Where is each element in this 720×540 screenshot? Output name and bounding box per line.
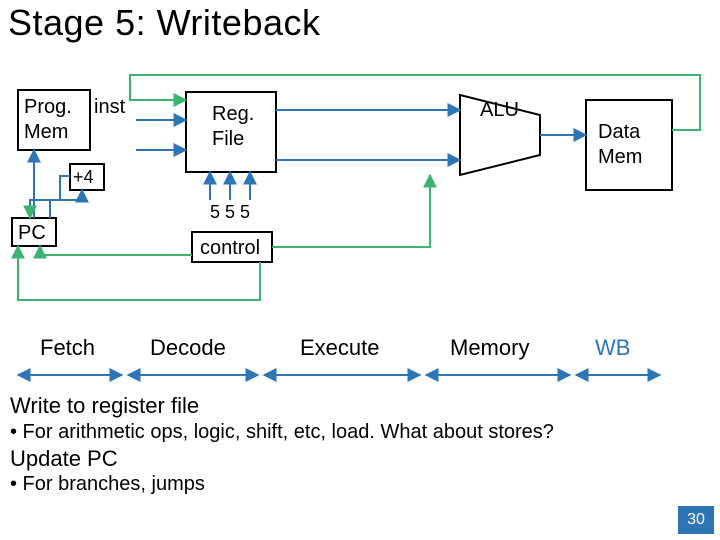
reg-file-label-2: File bbox=[212, 128, 244, 150]
data-mem-label-2: Mem bbox=[598, 146, 642, 168]
control-label: control bbox=[200, 237, 260, 259]
data-mem-box bbox=[586, 100, 672, 190]
prog-mem-label-2: Mem bbox=[24, 121, 68, 143]
page-number: 30 bbox=[678, 506, 714, 534]
bullet-branches: • For branches, jumps bbox=[10, 472, 710, 497]
heading-update-pc: Update PC bbox=[10, 445, 710, 473]
plus4-label: +4 bbox=[73, 167, 94, 187]
pc-label: PC bbox=[18, 222, 46, 244]
stage-memory: Memory bbox=[450, 335, 529, 361]
stage-execute: Execute bbox=[300, 335, 380, 361]
bits-label: 5 5 5 bbox=[210, 202, 250, 222]
data-mem-label-1: Data bbox=[598, 121, 641, 143]
heading-write-regfile: Write to register file bbox=[10, 392, 710, 420]
reg-file-label-1: Reg. bbox=[212, 103, 254, 125]
stage-fetch: Fetch bbox=[40, 335, 95, 361]
stage-decode: Decode bbox=[150, 335, 226, 361]
alu-label: ALU bbox=[480, 99, 519, 121]
prog-mem-label-1: Prog. bbox=[24, 96, 72, 118]
inst-label: inst bbox=[94, 96, 126, 118]
body-text: Write to register file • For arithmetic … bbox=[10, 392, 710, 497]
bullet-arith: • For arithmetic ops, logic, shift, etc,… bbox=[10, 420, 710, 445]
stage-wb: WB bbox=[595, 335, 630, 361]
